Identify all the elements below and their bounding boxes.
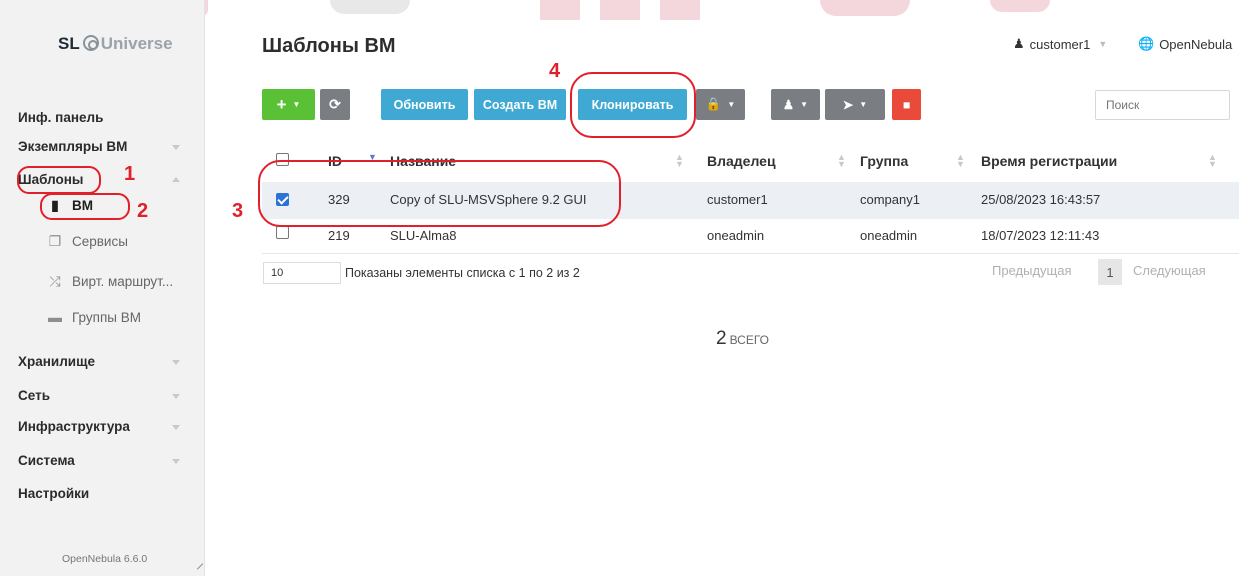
- annotation-box-vm: [40, 193, 130, 220]
- logo-swirl-icon: [82, 35, 99, 51]
- chevron-down-icon: [172, 360, 180, 365]
- plus-icon: +: [276, 94, 287, 114]
- brand-logo[interactable]: SL Universe: [58, 34, 173, 54]
- sidebar-item-settings[interactable]: Настройки: [18, 486, 89, 501]
- lock-dropdown-button[interactable]: 🔒 ▼: [696, 89, 745, 120]
- delete-button[interactable]: ■: [892, 89, 921, 120]
- chevron-down-icon: [172, 425, 180, 430]
- annotation-number: 2: [137, 200, 149, 222]
- annotation-box-row: [258, 160, 621, 227]
- lock-icon: 🔒: [705, 97, 722, 111]
- total-count: 2 всего: [716, 328, 770, 349]
- annotation-box-templates: [17, 166, 101, 194]
- search-input[interactable]: [1095, 90, 1230, 120]
- user-menu[interactable]: ♟ customer1 ▼: [1013, 36, 1107, 52]
- shuffle-icon: ⤮: [49, 273, 61, 289]
- zone-menu[interactable]: 🌐 OpenNebula: [1138, 36, 1232, 52]
- cell-time: 25/08/2023 16:43:57: [981, 192, 1101, 207]
- folder-icon: ▬: [48, 309, 62, 325]
- create-dropdown-button[interactable]: + ▼: [262, 89, 315, 120]
- page-title: Шаблоны ВМ: [262, 35, 396, 57]
- table-info: Показаны элементы списка с 1 по 2 из 2: [345, 266, 580, 280]
- sort-icon: ▲ ▼: [1208, 152, 1217, 169]
- refresh-icon: ⟳: [329, 96, 341, 112]
- sidebar-item-vm-instances[interactable]: Экземпляры ВМ: [18, 139, 127, 154]
- user-icon: ♟: [782, 98, 795, 112]
- sidebar-item-network[interactable]: Сеть: [18, 388, 50, 403]
- annotation-number: 3: [232, 200, 244, 222]
- version-label: OpenNebula 6.6.0: [62, 553, 148, 565]
- annotation-box-clone: [570, 72, 696, 138]
- tag-icon: ➤: [842, 98, 854, 112]
- sidebar-item-dashboard[interactable]: Инф. панель: [18, 110, 103, 125]
- cell-owner: customer1: [707, 192, 768, 207]
- reload-button[interactable]: ⟳: [320, 89, 350, 120]
- chevron-down-icon: [172, 145, 180, 150]
- annotation-number: 4: [549, 60, 561, 82]
- cell-id: 219: [328, 228, 350, 243]
- cell-owner: oneadmin: [707, 228, 765, 243]
- column-header-owner[interactable]: Владелец: [707, 153, 776, 169]
- sort-icon: ▲ ▼: [675, 152, 684, 169]
- cell-group: oneadmin: [860, 228, 918, 243]
- chevron-down-icon: ▼: [727, 100, 736, 109]
- sidebar-subitem-vm-groups[interactable]: ▬ Группы ВМ: [46, 309, 141, 325]
- sort-icon: ▲ ▼: [956, 152, 965, 169]
- chevron-down-icon: [172, 394, 180, 399]
- sort-icon: ▲ ▼: [837, 152, 846, 169]
- chevron-down-icon: ▼: [859, 100, 868, 109]
- globe-icon: 🌐: [1138, 36, 1155, 51]
- sidebar-subitem-services[interactable]: ❐ Сервисы: [46, 233, 128, 250]
- owner-dropdown-button[interactable]: ♟ ▼: [771, 89, 820, 120]
- copy-icon: ❐: [48, 233, 62, 249]
- chevron-down-icon: ▼: [292, 100, 301, 109]
- resize-handle-icon[interactable]: [196, 563, 204, 570]
- page-size-select[interactable]: 10: [263, 262, 341, 284]
- page-number-button[interactable]: 1: [1098, 259, 1122, 285]
- cell-name: SLU-Alma8: [390, 228, 457, 243]
- sidebar-item-infrastructure[interactable]: Инфраструктура: [18, 419, 130, 434]
- sidebar: SL Universe Инф. панель Экземпляры ВМ Шаб…: [0, 0, 205, 576]
- chevron-up-icon: [172, 177, 180, 182]
- chevron-down-icon: [172, 459, 180, 464]
- trash-icon: ■: [902, 97, 911, 112]
- create-vm-button[interactable]: Создать ВМ: [474, 89, 566, 120]
- column-header-registration-time[interactable]: Время регистрации: [981, 153, 1117, 169]
- table-divider: [262, 253, 1239, 254]
- cell-time: 18/07/2023 12:11:43: [981, 228, 1100, 243]
- chevron-down-icon: ▼: [1098, 39, 1108, 49]
- row-checkbox[interactable]: [276, 226, 289, 239]
- column-header-group[interactable]: Группа: [860, 153, 908, 169]
- sidebar-item-system[interactable]: Система: [18, 453, 75, 468]
- sidebar-subitem-virtual-routers[interactable]: ⤮ Вирт. маршрут...: [46, 273, 173, 290]
- chevron-down-icon: ▼: [800, 100, 809, 109]
- next-page-link[interactable]: Следующая: [1133, 263, 1206, 278]
- sidebar-item-storage[interactable]: Хранилище: [18, 354, 95, 369]
- cell-group: company1: [860, 192, 920, 207]
- annotation-number: 1: [124, 163, 136, 185]
- user-icon: ♟: [1013, 36, 1025, 51]
- labels-dropdown-button[interactable]: ➤ ▼: [825, 89, 885, 120]
- prev-page-link[interactable]: Предыдущая: [992, 263, 1072, 278]
- refresh-button[interactable]: Обновить: [381, 89, 468, 120]
